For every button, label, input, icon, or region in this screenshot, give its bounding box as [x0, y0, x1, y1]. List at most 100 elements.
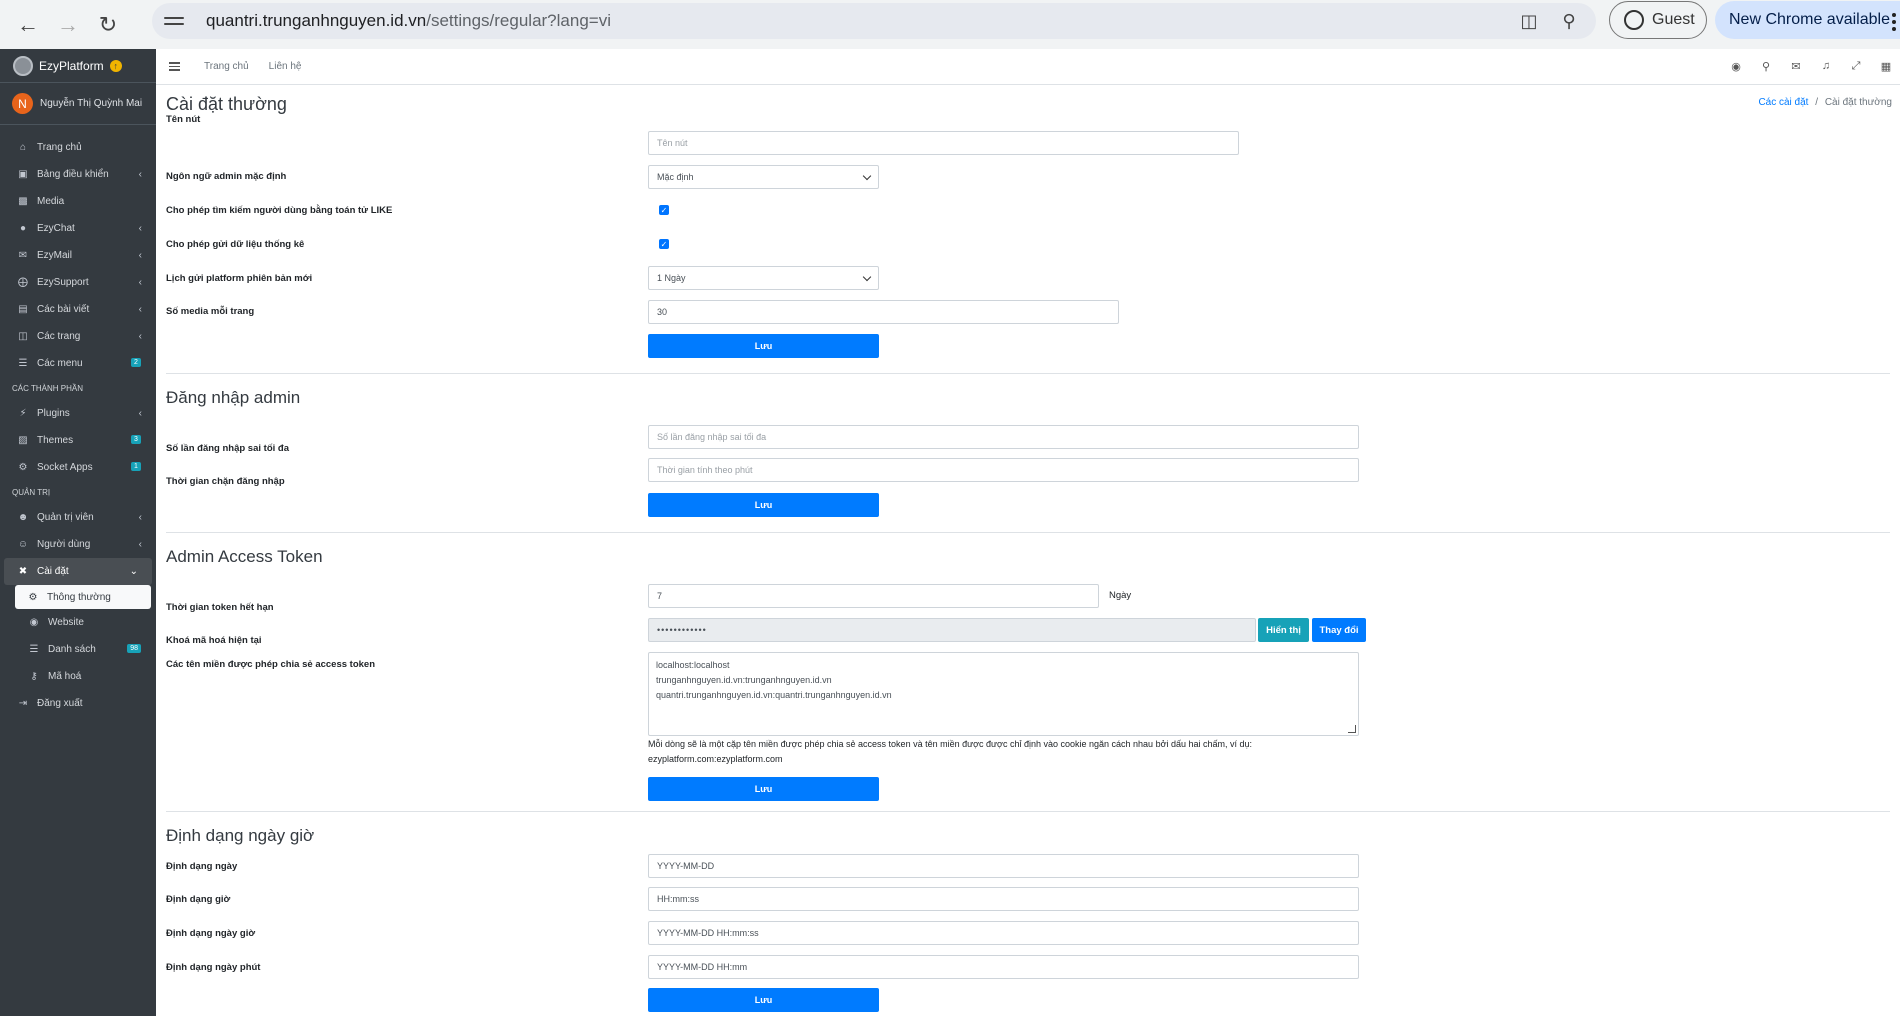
sidebar-item-pages[interactable]: ◫ Các trang ‹ [0, 323, 156, 350]
divider [166, 373, 1890, 374]
hamburger-menu-icon[interactable] [169, 62, 180, 71]
show-key-button[interactable]: Hiển thị [1258, 618, 1309, 642]
date-format-input[interactable]: YYYY-MM-DD [648, 854, 1359, 878]
sidebar-item-settings-website[interactable]: ◉ Website [0, 609, 156, 636]
divider [166, 811, 1890, 812]
chevron-left-icon: ‹ [138, 169, 142, 180]
forward-button[interactable]: → [48, 5, 88, 45]
sidebar-item-users[interactable]: ☺ Người dùng ‹ [0, 531, 156, 558]
globe-icon[interactable]: ◉ [1730, 59, 1742, 73]
datetime-format-title: Định dạng ngày giờ [166, 826, 315, 845]
chevron-down-icon [862, 272, 872, 282]
button-name-input[interactable]: Tên nút [648, 131, 1239, 155]
key-icon: ⚷ [30, 671, 38, 682]
sidebar-item-ezymail[interactable]: ✉ EzyMail ‹ [0, 242, 156, 269]
fullscreen-icon[interactable]: ⤢ [1850, 59, 1862, 73]
chevron-down-icon: ⌄ [129, 566, 138, 577]
sidebar-item-logout[interactable]: ⇥ Đăng xuất [0, 690, 156, 717]
media-per-page-input[interactable]: 30 [648, 300, 1119, 324]
like-search-label: Cho phép tìm kiếm người dùng bằng toán t… [166, 204, 393, 216]
save-login-button[interactable]: Lưu [648, 493, 879, 517]
resize-handle-icon[interactable] [1348, 725, 1356, 733]
sidebar-item-settings-encryption[interactable]: ⚷ Mã hoá [0, 663, 156, 690]
update-chrome-button[interactable]: New Chrome available [1715, 1, 1900, 39]
sidebar-item-ezysupport[interactable]: ⨁ EzySupport ‹ [0, 269, 156, 296]
home-icon: ⌂ [19, 142, 27, 153]
time-format-label: Định dạng giờ [166, 893, 231, 905]
zoom-icon[interactable]: ⚲ [1558, 10, 1580, 32]
allowed-domains-textarea[interactable]: localhost:localhost trunganhnguyen.id.vn… [648, 652, 1359, 736]
newspaper-icon: ▤ [18, 304, 28, 315]
sidebar-item-posts[interactable]: ▤ Các bài viết ‹ [0, 296, 156, 323]
user-name: Nguyễn Thị Quỳnh Mai [40, 98, 143, 109]
dateminute-format-input[interactable]: YYYY-MM-DD HH:mm [648, 955, 1359, 979]
max-login-fail-input[interactable]: Số lần đăng nhập sai tối đa [648, 425, 1359, 449]
user-circle-icon: ☻ [17, 512, 29, 523]
comments-icon[interactable]: ✉ [1790, 59, 1802, 73]
sidebar-item-menus[interactable]: ☰ Các menu 2 [0, 350, 156, 377]
sidebar-item-admins[interactable]: ☻ Quản trị viên ‹ [0, 504, 156, 531]
sidebar-item-settings-regular[interactable]: ⚙ Thông thường [15, 585, 151, 609]
sidebar-item-home[interactable]: ⌂ Trang chủ [0, 134, 156, 161]
sidebar-menu: ⌂ Trang chủ ▣ Bảng điều khiển ‹ ▩ Media ● Ezy… [0, 125, 156, 717]
grid-icon[interactable]: ▦ [1880, 59, 1892, 73]
back-button[interactable]: ← [8, 5, 48, 45]
chevron-left-icon: ‹ [138, 331, 142, 342]
address-bar[interactable]: quantri.trunganhnguyen.id.vn/settings/re… [152, 3, 1596, 39]
divider [166, 532, 1890, 533]
profile-button[interactable]: Guest [1609, 1, 1707, 39]
sidebar-item-socket-apps[interactable]: ⚙ Socket Apps 1 [0, 454, 156, 481]
columns-icon: ◫ [18, 331, 28, 342]
users-icon: ☺ [17, 539, 29, 550]
login-block-time-input[interactable]: Thời gian tính theo phút [648, 458, 1359, 482]
avatar: N [12, 93, 33, 114]
user-panel[interactable]: N Nguyễn Thị Quỳnh Mai [0, 83, 156, 125]
brand-link[interactable]: EzyPlatform ↑ [0, 49, 156, 83]
list-icon: ☰ [29, 644, 39, 655]
sidebar-item-settings-list[interactable]: ☰ Danh sách 98 [0, 636, 156, 663]
search-icon[interactable]: ⚲ [1760, 59, 1772, 73]
sidebar-item-themes[interactable]: ▨ Themes 3 [0, 427, 156, 454]
datetime-format-input[interactable]: YYYY-MM-DD HH:mm:ss [648, 921, 1359, 945]
upgrade-icon[interactable]: ↑ [109, 59, 122, 72]
main-content: Các cài đặt / Cài đặt thường Cài đặt thư… [156, 85, 1900, 1016]
save-token-button[interactable]: Lưu [648, 777, 879, 801]
chevron-left-icon: ‹ [138, 304, 142, 315]
site-settings-icon[interactable] [164, 11, 184, 31]
breadcrumb-link-settings[interactable]: Các cài đặt [1758, 97, 1808, 108]
admin-login-title: Đăng nhập admin [166, 388, 301, 407]
current-key-label: Khoá mã hoá hiện tại [166, 634, 262, 646]
token-expire-input[interactable]: 7 [648, 584, 1099, 608]
like-search-checkbox[interactable]: ✓ [659, 205, 669, 215]
browser-toolbar: ← → ↻ quantri.trunganhnguyen.id.vn/setti… [0, 0, 1900, 49]
chevron-left-icon: ‹ [138, 277, 142, 288]
default-language-select[interactable]: Mặc định [648, 165, 879, 189]
nav-link-home[interactable]: Trang chủ [204, 61, 249, 72]
arrow-right-icon: → [57, 11, 79, 37]
nav-link-contact[interactable]: Liên hệ [269, 61, 302, 72]
token-expire-label: Thời gian token hết hạn [166, 601, 274, 613]
save-datetime-button[interactable]: Lưu [648, 988, 879, 1012]
time-format-input[interactable]: HH:mm:ss [648, 887, 1359, 911]
image-icon: ▩ [18, 196, 28, 207]
sidebar-item-ezychat[interactable]: ● EzyChat ‹ [0, 215, 156, 242]
reload-button[interactable]: ↻ [88, 5, 128, 45]
bell-icon[interactable]: ♫ [1820, 59, 1832, 73]
sidebar-item-media[interactable]: ▩ Media [0, 188, 156, 215]
chat-icon: ● [19, 223, 27, 234]
url-text: quantri.trunganhnguyen.id.vn/settings/re… [206, 11, 611, 30]
translate-icon[interactable]: ◫ [1518, 10, 1540, 32]
send-stats-checkbox[interactable]: ✓ [659, 239, 669, 249]
cogs-icon: ⚙ [28, 591, 38, 603]
sidebar-item-plugins[interactable]: ⚡ Plugins ‹ [0, 400, 156, 427]
current-key-input: •••••••••••• [648, 618, 1256, 642]
menu-kebab-icon[interactable] [1892, 13, 1896, 31]
change-key-button[interactable]: Thay đổi [1312, 618, 1366, 642]
dashboard-icon: ▣ [18, 169, 28, 180]
sidebar-item-settings[interactable]: ✖ Cài đặt ⌄ [4, 558, 152, 585]
chevron-down-icon [862, 171, 872, 181]
sidebar-item-dashboard[interactable]: ▣ Bảng điều khiển ‹ [0, 161, 156, 188]
datetime-format-label: Định dạng ngày giờ [166, 927, 256, 939]
save-regular-button[interactable]: Lưu [648, 334, 879, 358]
update-schedule-select[interactable]: 1 Ngày [648, 266, 879, 290]
